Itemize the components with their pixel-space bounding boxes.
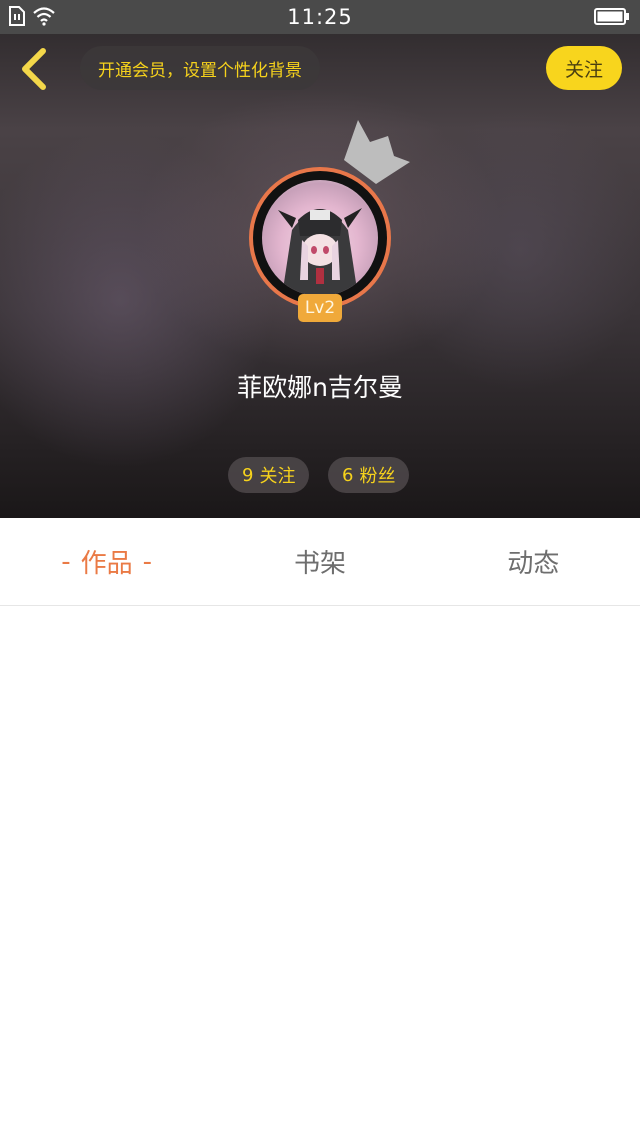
fans-count: 6 (342, 464, 354, 486)
follow-button[interactable]: 关注 (546, 46, 622, 90)
level-text: Lv2 (304, 298, 336, 318)
fans-button[interactable]: 6 粉丝 (328, 457, 410, 493)
profile-tabs: - 作品 - 书架 动态 (0, 518, 640, 606)
avatar-image (262, 180, 378, 296)
tab-works[interactable]: - 作品 - (0, 518, 213, 605)
back-button[interactable] (14, 44, 54, 94)
tab-active-indicator-right: - (142, 546, 153, 577)
status-time: 11:25 (287, 5, 353, 29)
follow-button-label: 关注 (564, 58, 603, 81)
tab-works-label: 作品 (80, 549, 133, 579)
following-label: 关注 (259, 466, 296, 487)
avatar-frame (253, 171, 387, 305)
avatar-character (278, 208, 362, 296)
avatar[interactable] (249, 167, 391, 309)
tab-activity[interactable]: 动态 (427, 518, 640, 605)
status-bar: 11:25 (0, 0, 640, 34)
battery-icon (594, 8, 629, 25)
tab-bookshelf-label: 书架 (293, 549, 346, 579)
tab-active-indicator-left: - (61, 546, 71, 577)
level-badge: Lv2 (298, 294, 342, 322)
following-button[interactable]: 9 关注 (228, 457, 310, 493)
username: 菲欧娜n吉尔曼 (237, 373, 403, 402)
tab-bookshelf[interactable]: 书架 (213, 518, 426, 605)
tab-activity-label: 动态 (507, 549, 560, 579)
vip-banner-text: 开通会员，设置个性化背景 (98, 60, 302, 81)
following-count: 9 (242, 464, 254, 486)
tab-content-area (0, 607, 640, 1138)
vip-banner[interactable]: 开通会员，设置个性化背景 (80, 46, 320, 90)
profile-header: 11:25 开通会员，设置个性化背景 关注 Lv2 菲欧娜n吉尔曼 9 关注 6… (0, 0, 640, 518)
chevron-left-icon (22, 48, 46, 90)
fans-label: 粉丝 (359, 466, 396, 487)
